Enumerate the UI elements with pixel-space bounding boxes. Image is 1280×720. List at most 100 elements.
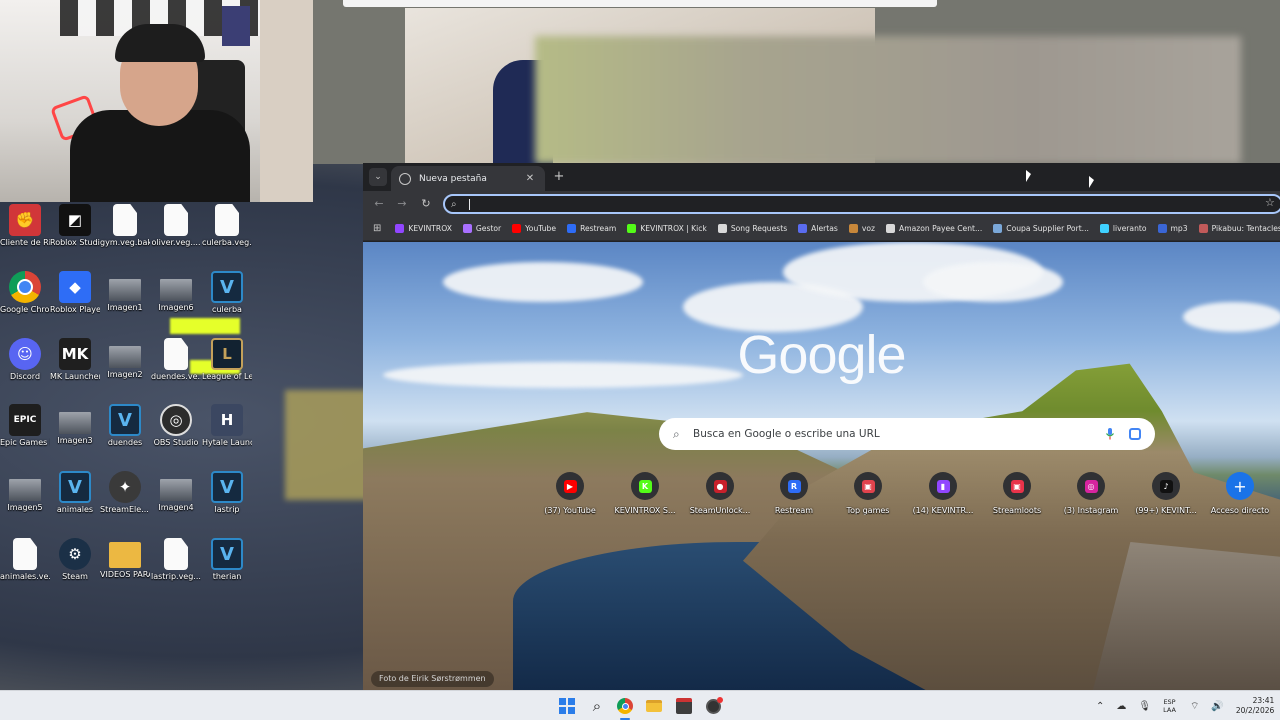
desktop-icon[interactable]: L League of Legends — [202, 338, 252, 382]
bookmark-star-icon[interactable]: ☆ — [1265, 196, 1275, 209]
desktop-icon[interactable]: MK MK Launcher — [50, 338, 100, 382]
taskbar-app-button[interactable] — [703, 696, 723, 716]
language-indicator[interactable]: ESP LAA — [1163, 698, 1176, 714]
shortcut-circle: R — [780, 472, 808, 500]
tray-chevron-icon[interactable]: ⌃ — [1096, 701, 1104, 712]
bookmark-favicon-icon — [627, 224, 637, 233]
bookmark-item[interactable]: Amazon Payee Cent... — [886, 224, 982, 233]
image-icon — [9, 479, 41, 501]
desktop-icon-label: culerba — [212, 305, 242, 314]
shortcut-tile[interactable]: ♪ (99+) KEVINT... — [1129, 472, 1203, 515]
desktop-icon[interactable]: Vculerba — [202, 271, 252, 315]
tab-new-tab[interactable]: Nueva pestaña ✕ — [391, 166, 545, 191]
bookmark-item[interactable]: voz — [848, 224, 875, 233]
taskbar-file-explorer-button[interactable] — [644, 696, 664, 716]
desktop-icon[interactable]: ⚙ Steam — [50, 538, 100, 582]
cloud — [443, 262, 643, 302]
search-icon: ⌕ — [673, 426, 680, 441]
shortcut-tile[interactable]: K KEVINTROX S... — [608, 472, 682, 515]
desktop-icon[interactable]: oliver.veg.... — [151, 204, 201, 248]
shortcut-tile[interactable]: ◎ (3) Instagram — [1054, 472, 1128, 515]
shortcut-tile[interactable]: R Restream — [757, 472, 831, 515]
bookmark-item[interactable]: Restream — [567, 224, 616, 233]
new-tab-button[interactable]: + — [551, 169, 567, 185]
wifi-icon[interactable]: ⌔ — [1190, 700, 1199, 713]
google-lens-icon[interactable] — [1129, 428, 1141, 440]
taskbar-app-button[interactable] — [674, 696, 694, 716]
desktop-icon[interactable]: lastrip.veg.... — [151, 538, 201, 582]
bookmark-item[interactable]: KEVINTROX | Kick — [627, 224, 707, 233]
desktop-icon[interactable]: Imagen1 — [100, 271, 150, 313]
bookmark-item[interactable]: Gestor — [462, 224, 501, 233]
desktop-icon[interactable]: ✦ StreamEle... SE.Live — [100, 471, 150, 515]
desktop-icon[interactable]: ◩ Roblox Studio — [50, 204, 100, 248]
desktop-icon-label: animales.ve... — [0, 572, 50, 581]
desktop-icon[interactable]: Vanimales — [50, 471, 100, 515]
desktop-icon-label: Imagen2 — [107, 370, 143, 379]
desktop-icon[interactable]: Imagen6 — [151, 271, 201, 313]
desktop-icon[interactable]: Imagen4 — [151, 471, 201, 513]
tab-search-button[interactable]: ⌄ — [369, 168, 387, 186]
epic-games-icon: EPIC — [9, 404, 41, 436]
desktop-icon[interactable]: ◆ Roblox Player — [50, 271, 100, 315]
desktop-icon[interactable]: ✊ Cliente de Riot — [0, 204, 50, 248]
desktop-icon[interactable]: Vduendes — [100, 404, 150, 448]
desktop-icon[interactable]: Imagen5 — [0, 471, 50, 513]
bookmark-item[interactable]: Alertas — [798, 224, 838, 233]
shortcut-tile[interactable]: ● SteamUnlock... — [683, 472, 757, 515]
shortcut-circle: ▣ — [1003, 472, 1031, 500]
desktop-icon[interactable]: gym.veg.bak — [100, 204, 150, 248]
tiktok-icon: ♪ — [1159, 479, 1173, 493]
cloud-icon[interactable]: ☁ — [1116, 701, 1126, 712]
desktop-icon[interactable]: Imagen2 — [100, 338, 150, 380]
new-tab-page: Google ⌕ Busca en Google o escribe una U… — [363, 242, 1280, 690]
search-input[interactable]: ⌕ Busca en Google o escribe una URL — [659, 418, 1155, 450]
photo-credit[interactable]: Foto de Eirik Sørstrømmen — [371, 671, 494, 687]
bookmark-item[interactable]: Song Requests — [717, 224, 787, 233]
forward-button[interactable]: → — [394, 196, 410, 212]
desktop-icon[interactable]: H Hytale Launcher — [202, 404, 252, 448]
add-shortcut-button[interactable]: + Acceso directo — [1203, 472, 1277, 515]
bookmark-favicon-icon — [1099, 224, 1109, 233]
desktop-icon[interactable]: Imagen3 — [50, 404, 100, 446]
desktop-icon[interactable]: culerba.veg.... — [202, 204, 252, 248]
bookmark-item[interactable]: YouTube — [512, 224, 556, 233]
clock[interactable]: 23:41 20/2/2026 — [1236, 696, 1274, 716]
close-tab-icon[interactable]: ✕ — [523, 173, 537, 184]
address-bar[interactable]: ⌕ — [443, 194, 1280, 214]
youtube-icon: ▶ — [563, 479, 577, 493]
microphone-icon[interactable] — [1105, 428, 1115, 440]
desktop-icon[interactable]: Vlastrip — [202, 471, 252, 515]
desktop-icon[interactable]: Vtherian — [202, 538, 252, 582]
search-icon: ⌕ — [451, 198, 457, 210]
shortcut-tile[interactable]: ▣ Top games — [831, 472, 905, 515]
bookmark-item[interactable]: Pikabuu: Tentacles... — [1198, 224, 1280, 233]
chrome-icon — [9, 271, 41, 303]
taskbar-chrome-button[interactable] — [615, 696, 635, 720]
desktop-icon[interactable]: ◎ OBS Studio — [151, 404, 201, 448]
back-button[interactable]: ← — [371, 196, 387, 212]
desktop-icons: ✊ Cliente de Riot ◩ Roblox Studiogym.veg.ba… — [0, 204, 260, 664]
start-button[interactable] — [557, 696, 577, 716]
desktop-icon[interactable]: duendes.ve... — [151, 338, 201, 382]
bookmark-item[interactable]: Coupa Supplier Port... — [993, 224, 1089, 233]
shortcut-tile[interactable]: ▮ (14) KEVINTR... — [906, 472, 980, 515]
desktop-icon[interactable]: ☺ Discord — [0, 338, 50, 382]
desktop-icon[interactable]: VIDEOS PARA EDITAR — [100, 538, 150, 580]
bookmark-item[interactable]: liveranto — [1099, 224, 1147, 233]
shortcut-tile[interactable]: ▶ (37) YouTube — [533, 472, 607, 515]
shortcut-tile[interactable]: ▣ Streamloots — [980, 472, 1054, 515]
desktop-icon[interactable]: animales.ve... — [0, 538, 50, 582]
taskbar-search-button[interactable]: ⌕ — [587, 696, 607, 716]
vegas-icon: V — [211, 538, 243, 570]
desktop-icon[interactable]: Google Chrome — [0, 271, 50, 315]
bookmark-item[interactable]: KEVINTROX — [395, 224, 452, 233]
steam-icon: ⚙ — [59, 538, 91, 570]
desktop-icon[interactable]: EPIC Epic Games Launcher — [0, 404, 50, 448]
bookmark-item[interactable]: mp3 — [1157, 224, 1188, 233]
hytale-icon: H — [211, 404, 243, 436]
reload-button[interactable]: ↻ — [418, 196, 434, 212]
volume-icon[interactable]: 🔊 — [1211, 701, 1223, 712]
apps-grid-icon[interactable]: ⊞ — [373, 223, 381, 234]
microphone-icon[interactable]: 🎙 — [1138, 701, 1151, 712]
